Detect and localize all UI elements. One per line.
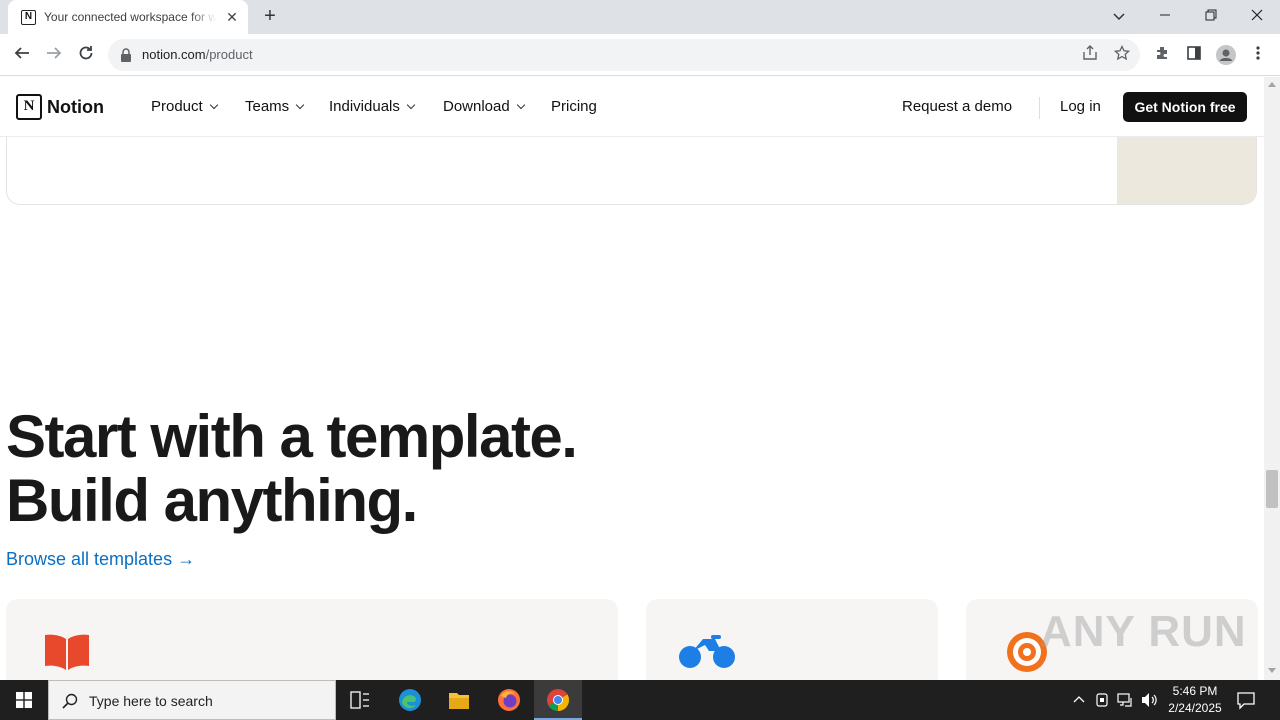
file-explorer-taskbar-button[interactable]	[435, 680, 483, 720]
brand-name[interactable]: Notion	[47, 97, 104, 118]
task-view-button[interactable]	[336, 680, 384, 720]
browser-toolbar: notion.com/product	[0, 34, 1280, 76]
notifications-icon[interactable]	[1236, 690, 1256, 710]
page-scrollbar[interactable]	[1264, 77, 1280, 680]
headline-line-1: Start with a template.	[6, 403, 578, 470]
headline-line-2: Build anything.	[6, 467, 418, 534]
nav-teams[interactable]: Teams	[245, 98, 305, 115]
system-tray	[1070, 680, 1160, 720]
clock-date: 2/24/2025	[1168, 701, 1222, 715]
chrome-icon	[547, 689, 569, 711]
device-icon[interactable]	[1095, 692, 1109, 708]
folder-icon	[449, 693, 469, 709]
restore-button[interactable]	[1196, 4, 1226, 28]
lock-icon[interactable]	[120, 48, 132, 62]
taskbar-clock[interactable]: 5:46 PM 2/24/2025	[1160, 683, 1230, 717]
windows-logo-icon	[16, 692, 32, 708]
minimize-button[interactable]	[1150, 4, 1180, 28]
browse-templates-link[interactable]: Browse all templates →	[6, 549, 195, 570]
forward-icon[interactable]	[42, 43, 66, 67]
clock-time: 5:46 PM	[1172, 684, 1218, 698]
search-icon	[62, 693, 78, 709]
page-viewport: N Notion Product Teams Individuals Downl…	[0, 77, 1264, 680]
nav-divider	[1039, 97, 1040, 119]
windows-taskbar: Type here to search 5:46 PM 2/24/2025	[0, 680, 1280, 720]
nav-individuals[interactable]: Individuals	[329, 98, 416, 115]
search-placeholder: Type here to search	[89, 693, 213, 709]
template-card[interactable]	[6, 599, 618, 680]
side-panel-icon[interactable]	[1184, 45, 1204, 65]
volume-icon[interactable]	[1141, 692, 1159, 708]
browser-menu-icon[interactable]	[1248, 45, 1268, 65]
profile-avatar-icon[interactable]	[1216, 45, 1236, 65]
network-icon[interactable]	[1117, 693, 1133, 707]
open-book-icon	[45, 634, 89, 670]
close-tab-icon[interactable]: ✕	[224, 9, 240, 25]
url-text: notion.com/product	[142, 47, 253, 62]
chevron-up-icon[interactable]	[1073, 695, 1085, 703]
address-bar[interactable]: notion.com/product	[108, 39, 1140, 71]
chevron-down-icon	[295, 100, 305, 110]
chevron-down-icon	[406, 100, 416, 110]
reload-icon[interactable]	[74, 43, 98, 67]
back-icon[interactable]	[10, 43, 34, 67]
scrollbar-thumb[interactable]	[1266, 470, 1278, 508]
login-link[interactable]: Log in	[1060, 98, 1101, 115]
scroll-down-icon[interactable]	[1268, 668, 1276, 673]
extensions-icon[interactable]	[1152, 45, 1172, 65]
start-button[interactable]	[0, 680, 48, 720]
template-card[interactable]	[646, 599, 938, 680]
motorcycle-icon	[679, 635, 735, 668]
site-header: N Notion Product Teams Individuals Downl…	[0, 77, 1264, 137]
tab-search-chevron-icon[interactable]	[1104, 4, 1134, 28]
edge-taskbar-button[interactable]	[386, 680, 434, 720]
nav-pricing[interactable]: Pricing	[551, 98, 597, 115]
new-tab-button[interactable]: +	[260, 6, 280, 28]
chevron-down-icon	[209, 100, 218, 110]
firefox-taskbar-button[interactable]	[485, 680, 533, 720]
browser-tab[interactable]: N Your connected workspace for wiki, doc…	[8, 0, 248, 34]
chrome-taskbar-button[interactable]	[534, 680, 582, 720]
get-notion-free-button[interactable]: Get Notion free	[1123, 92, 1247, 122]
bookmark-star-icon[interactable]	[1112, 44, 1132, 65]
section-headline: Start with a template. Build anything.	[6, 403, 578, 534]
request-demo-link[interactable]: Request a demo	[902, 98, 1012, 115]
notion-favicon-icon: N	[21, 10, 36, 25]
edge-icon	[399, 689, 421, 711]
task-view-icon	[350, 691, 369, 709]
taskbar-search-box[interactable]: Type here to search	[48, 680, 336, 720]
nav-download[interactable]: Download	[443, 98, 525, 115]
tab-title: Your connected workspace for wiki, docs …	[44, 10, 216, 24]
nav-product[interactable]: Product	[151, 98, 218, 115]
chevron-down-icon	[516, 100, 525, 110]
anyrun-watermark: ANY RUN	[1040, 607, 1247, 656]
share-icon[interactable]	[1080, 45, 1100, 65]
close-window-button[interactable]	[1242, 4, 1272, 28]
notion-logo-icon[interactable]: N	[16, 94, 42, 120]
browser-tab-bar: N Your connected workspace for wiki, doc…	[0, 0, 1280, 34]
firefox-icon	[498, 689, 520, 711]
scroll-up-icon[interactable]	[1268, 82, 1276, 87]
